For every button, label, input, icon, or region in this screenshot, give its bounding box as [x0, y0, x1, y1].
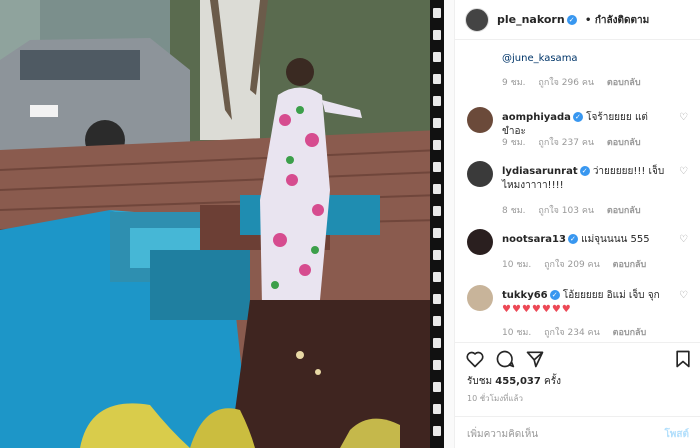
- views-number: 455,037: [495, 376, 541, 387]
- bookmark-icon[interactable]: [673, 349, 693, 369]
- reply-button[interactable]: ตอบกลับ: [607, 138, 641, 148]
- reply-button[interactable]: ตอบกลับ: [613, 260, 647, 270]
- verified-badge-icon: ✓: [579, 166, 590, 176]
- comment-likes[interactable]: ถูกใจ 209 คน: [544, 260, 600, 270]
- comment-hearts: ♥♥♥♥♥♥♥: [502, 304, 572, 315]
- comment-item: aomphiyada ✓ โจร้ายยยย แต่ขำอะ ♡ 9 ชม. ถู…: [455, 107, 700, 151]
- post-comment-button[interactable]: โพสต์: [664, 427, 689, 442]
- post-video[interactable]: [0, 0, 444, 448]
- verified-badge-icon: ✓: [566, 15, 577, 25]
- comment-meta: 9 ชม. ถูกใจ 296 คน ตอบกลับ: [502, 75, 651, 89]
- comment-icon[interactable]: [495, 349, 515, 369]
- author-username[interactable]: ple_nakorn: [497, 13, 565, 26]
- comment-like-heart-icon[interactable]: ♡: [679, 291, 689, 301]
- post-timestamp[interactable]: 10 ชั่วโมงที่แล้ว: [467, 392, 523, 405]
- film-strip-edge: [430, 0, 444, 448]
- comment-likes[interactable]: ถูกใจ 103 คน: [538, 206, 594, 216]
- verified-badge-icon: ✓: [549, 290, 560, 300]
- comment-like-heart-icon[interactable]: ♡: [679, 113, 689, 123]
- comment-item: nootsara13 ✓ แม่จุนนนน 555 ♡ 10 ชม. ถูกใจ…: [455, 229, 700, 273]
- comment-likes[interactable]: ถูกใจ 237 คน: [538, 138, 594, 148]
- comment-time: 10 ชม.: [502, 328, 532, 338]
- following-label: กำลังติดตาม: [594, 15, 650, 26]
- comment-like-heart-icon[interactable]: ♡: [679, 235, 689, 245]
- heart-icon[interactable]: [465, 349, 485, 369]
- comment-like-heart-icon[interactable]: ♡: [679, 167, 689, 177]
- comment-item: lydiasarunrat ✓ ว่ายยยยย!!! เจ็บไหมงาาาา!…: [455, 161, 700, 217]
- comment-text: แม่จุนนนน 555: [581, 234, 650, 245]
- add-comment-input[interactable]: เพิ่มความคิดเห็น: [467, 427, 538, 442]
- views-suffix: ครั้ง: [544, 376, 561, 387]
- comment-time: 9 ชม.: [502, 78, 526, 88]
- commenter-avatar[interactable]: [467, 285, 493, 311]
- comment-meta: 9 ชม. ถูกใจ 237 คน ตอบกลับ: [502, 135, 651, 149]
- comment-item: tukky66 ✓ โอ้ยยยยย อิแม่ เจ็บ จุก ♥♥♥♥♥♥♥…: [455, 285, 700, 341]
- comment-meta: 10 ชม. ถูกใจ 234 คน ตอบกลับ: [502, 325, 656, 339]
- commenter-username[interactable]: nootsara13: [502, 234, 566, 245]
- author-avatar[interactable]: [465, 8, 489, 32]
- reply-button[interactable]: ตอบกลับ: [613, 328, 647, 338]
- commenter-username[interactable]: tukky66: [502, 290, 548, 301]
- post-actions: [455, 342, 700, 372]
- comment-meta: 8 ชม. ถูกใจ 103 คน ตอบกลับ: [502, 203, 651, 217]
- share-icon[interactable]: [525, 349, 545, 369]
- commenter-avatar[interactable]: [467, 107, 493, 133]
- video-frame: [0, 0, 444, 448]
- commenter-username[interactable]: lydiasarunrat: [502, 166, 578, 177]
- comment-time: 8 ชม.: [502, 206, 526, 216]
- commenter-avatar[interactable]: [467, 161, 493, 187]
- following-status[interactable]: • กำลังติดตาม: [585, 13, 649, 28]
- add-comment-bar: เพิ่มความคิดเห็น โพสต์: [455, 416, 700, 448]
- reply-button[interactable]: ตอบกลับ: [607, 206, 641, 216]
- verified-badge-icon: ✓: [567, 234, 578, 244]
- view-count: รับชม 455,037 ครั้ง: [467, 374, 561, 389]
- comment-time: 9 ชม.: [502, 138, 526, 148]
- comment-text: โอ้ยยยยย อิแม่ เจ็บ จุก: [562, 290, 660, 301]
- reply-button[interactable]: ตอบกลับ: [607, 78, 641, 88]
- post-side-panel: ple_nakorn ✓ • กำลังติดตาม @june_kasama 9…: [454, 0, 700, 448]
- views-label: รับชม: [467, 376, 493, 387]
- comment-likes[interactable]: ถูกใจ 234 คน: [544, 328, 600, 338]
- verified-badge-icon: ✓: [572, 112, 583, 122]
- comment-meta: 10 ชม. ถูกใจ 209 คน ตอบกลับ: [502, 257, 656, 271]
- comment-time: 10 ชม.: [502, 260, 532, 270]
- comment-likes[interactable]: ถูกใจ 296 คน: [538, 78, 594, 88]
- comment-mention[interactable]: @june_kasama: [502, 53, 578, 64]
- post-header: ple_nakorn ✓ • กำลังติดตาม: [455, 0, 700, 40]
- comments-list: @june_kasama 9 ชม. ถูกใจ 296 คน ตอบกลับ …: [455, 41, 700, 341]
- commenter-username[interactable]: aomphiyada: [502, 112, 571, 123]
- commenter-avatar[interactable]: [467, 229, 493, 255]
